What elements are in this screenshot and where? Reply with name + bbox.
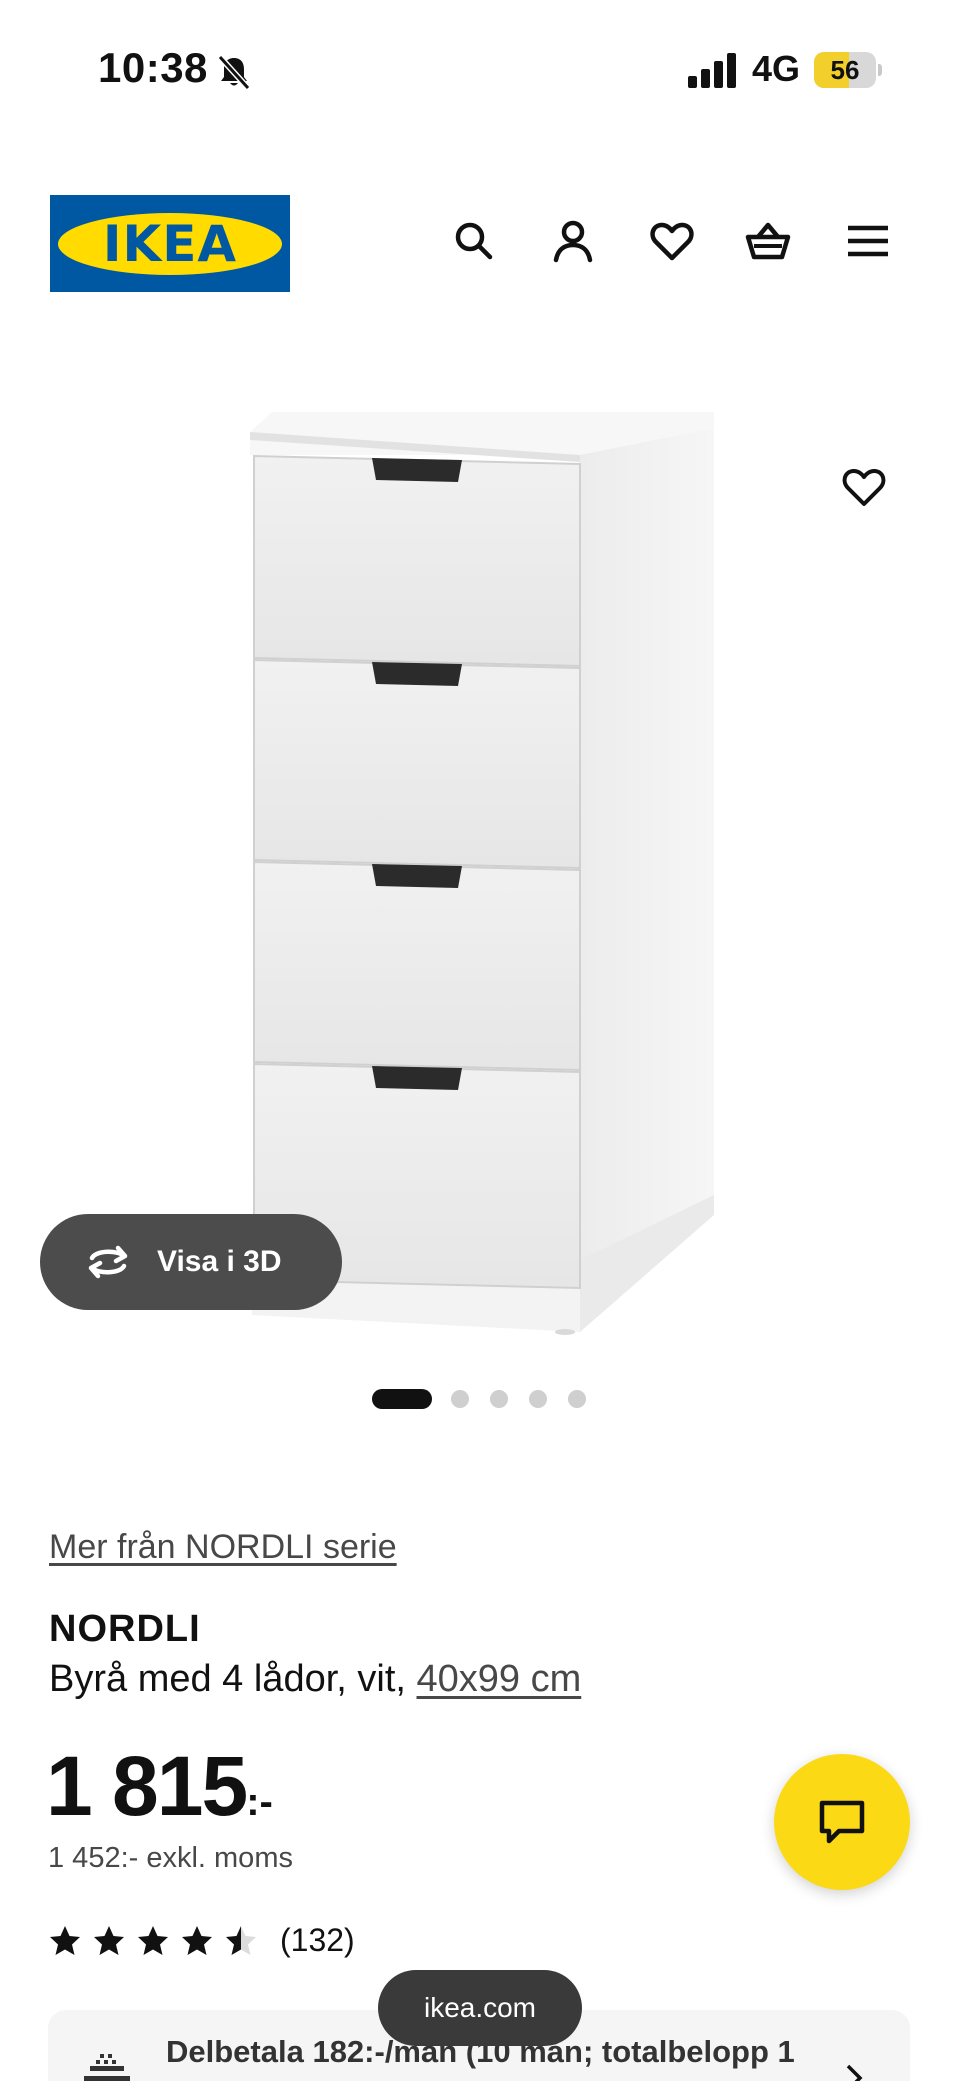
view-in-3d-label: Visa i 3D bbox=[157, 1245, 282, 1278]
product-name: NORDLI bbox=[49, 1608, 201, 1650]
menu-icon[interactable] bbox=[844, 217, 892, 265]
chevron-right-icon bbox=[846, 2064, 863, 2081]
heart-icon[interactable] bbox=[648, 217, 696, 265]
search-icon[interactable] bbox=[450, 217, 498, 265]
rotate-icon bbox=[88, 1245, 128, 1279]
price-amount: 1 815 bbox=[46, 1739, 248, 1833]
chat-icon bbox=[819, 1800, 865, 1844]
product-price: 1 815:- bbox=[46, 1738, 273, 1835]
review-count: (132) bbox=[280, 1922, 355, 1958]
price-suffix: :- bbox=[246, 1780, 273, 1824]
browser-domain-pill[interactable]: ikea.com bbox=[378, 1970, 582, 2046]
star-half-icon bbox=[226, 1926, 256, 1955]
carousel-dot[interactable] bbox=[490, 1390, 508, 1408]
series-link[interactable]: Mer från NORDLI serie bbox=[49, 1528, 397, 1567]
carousel-dot[interactable] bbox=[568, 1390, 586, 1408]
status-time: 10:38 bbox=[98, 44, 208, 91]
star-full-icon bbox=[138, 1926, 168, 1955]
view-in-3d-button[interactable]: Visa i 3D bbox=[40, 1214, 342, 1310]
star-full-icon bbox=[94, 1926, 124, 1955]
network-type: 4G bbox=[752, 48, 801, 89]
favorite-heart-icon[interactable] bbox=[840, 463, 888, 511]
star-full-icon bbox=[50, 1926, 80, 1955]
payment-icon bbox=[84, 2054, 130, 2081]
product-description-text: Byrå med 4 lådor, vit, bbox=[49, 1658, 417, 1700]
status-bar: 10:38 4G 56 bbox=[0, 0, 960, 140]
star-full-icon bbox=[182, 1926, 212, 1955]
chat-button[interactable] bbox=[774, 1754, 910, 1890]
carousel-dot-active[interactable] bbox=[372, 1389, 432, 1409]
bell-slash-icon bbox=[217, 54, 251, 91]
carousel-dot[interactable] bbox=[451, 1390, 469, 1408]
account-icon[interactable] bbox=[549, 217, 597, 265]
basket-icon[interactable] bbox=[744, 217, 792, 265]
signal-icon bbox=[688, 53, 736, 88]
price-ex-vat: 1 452:- exkl. moms bbox=[48, 1842, 293, 1874]
product-description: Byrå med 4 lådor, vit, 40x99 cm bbox=[49, 1658, 581, 1701]
carousel-dot[interactable] bbox=[529, 1390, 547, 1408]
size-link[interactable]: 40x99 cm bbox=[417, 1658, 582, 1700]
battery-icon: 56 bbox=[814, 52, 882, 88]
battery-level: 56 bbox=[830, 55, 860, 85]
logo-text: IKEA bbox=[102, 215, 238, 273]
ikea-logo[interactable]: IKEA bbox=[50, 195, 290, 292]
site-header: IKEA bbox=[0, 180, 960, 300]
